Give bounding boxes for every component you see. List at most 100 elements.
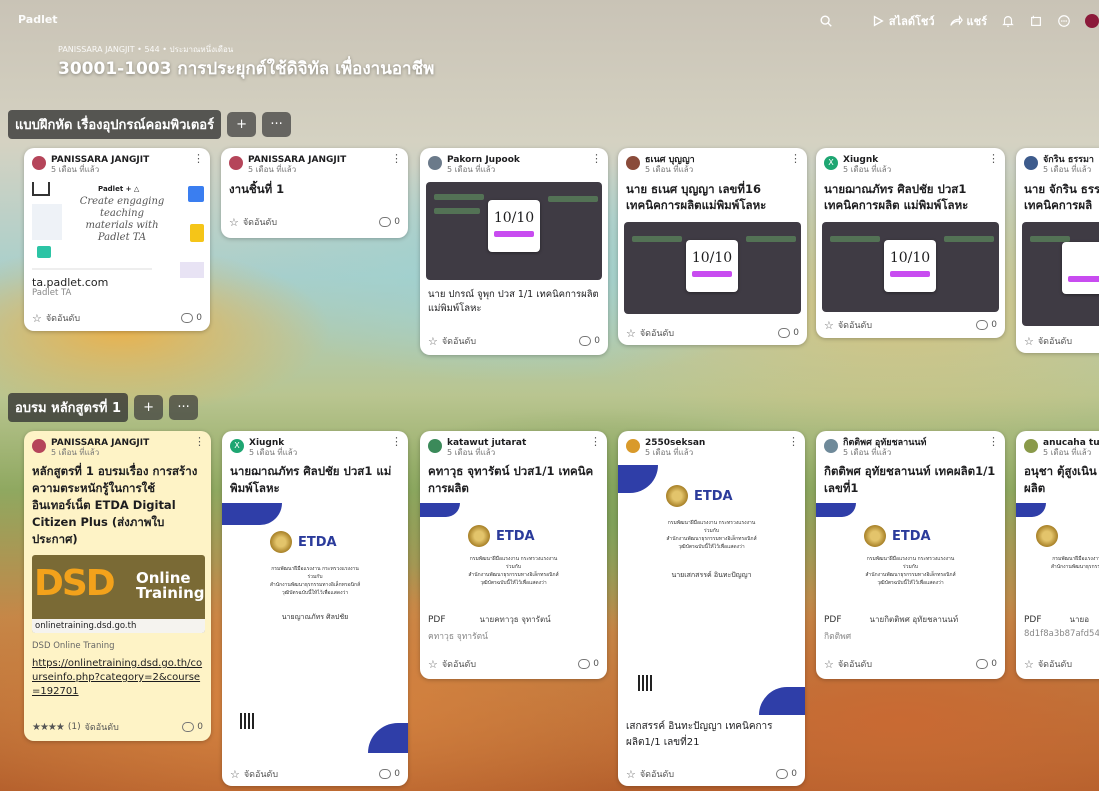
post-menu-icon[interactable]: ⋮ (788, 436, 799, 447)
share-button[interactable]: แชร์ (949, 12, 987, 30)
certificate-image[interactable]: กรมพัฒนาฝีมือแรงงาน กระทรวงแรงงานสำนักงา… (1016, 503, 1099, 607)
certificate-image[interactable]: ETDA กรมพัฒนาฝีมือแรงงาน กระทรวงแรงงาน ร่… (222, 503, 408, 753)
post-card[interactable]: X Xiugnk 5 เดือน ที่แล้ว ⋮ นายฌาณภัทร ศิ… (222, 431, 408, 786)
score: 10/10 (493, 210, 535, 226)
comment-button[interactable]: 0 (181, 313, 202, 323)
rank-button[interactable]: ☆ จัดอันดับ (428, 334, 476, 348)
post-card[interactable]: X Xiugnk 5 เดือน ที่แล้ว ⋮ นายฌาณภัทร ศิ… (816, 148, 1005, 338)
comment-button[interactable]: 0 (578, 659, 599, 669)
post-card[interactable]: anucaha tu 5 เดือน ที่แล้ว อนุชา ตุ้สูงเ… (1016, 431, 1099, 679)
rating-count: (1) (67, 722, 81, 732)
post-card[interactable]: PANISSARA JANGJIT 5 เดือน ที่แล้ว ⋮ งานช… (221, 148, 408, 238)
remake-button[interactable] (1029, 14, 1043, 28)
avatar: X (824, 156, 838, 170)
post-menu-icon[interactable]: ⋮ (988, 153, 999, 164)
rank-label: จัดอันดับ (243, 770, 279, 780)
attachment-image[interactable] (1022, 222, 1099, 326)
rank-button[interactable]: ☆ จัดอันดับ (229, 215, 277, 229)
rank-button[interactable]: ☆ จัดอันดับ (1024, 657, 1072, 671)
padlet-logo[interactable]: Padlet (18, 13, 58, 26)
post-card[interactable]: Pakorn Jupook 5 เดือน ที่แล้ว ⋮ 10/10 นา… (420, 148, 608, 355)
rating-control[interactable]: ★★★★ (1) จัดอันดับ (32, 720, 119, 734)
comment-button[interactable]: 0 (976, 320, 997, 330)
timestamp: 5 เดือน ที่แล้ว (843, 448, 892, 457)
post-card[interactable]: katawut jutarat 5 เดือน ที่แล้ว ⋮ คทาวุธ… (420, 431, 607, 679)
post-title: หลักสูตรที่ 1 อบรมเรื่อง การสร้างความตระ… (32, 464, 198, 546)
attachment-image[interactable]: 10/10 (426, 182, 602, 280)
post-menu-icon[interactable]: ⋮ (988, 436, 999, 447)
rank-button[interactable]: ☆ จัดอันดับ (824, 318, 872, 332)
comment-button[interactable]: 0 (182, 722, 203, 732)
more-menu-button[interactable] (1057, 14, 1071, 28)
post-title: นาย ธเนศ บุญญา เลขที่16 เทคนิคการผลิตแม่… (626, 182, 767, 212)
add-post-button[interactable]: + (134, 395, 164, 420)
rank-button[interactable]: ☆ จัดอันดับ (230, 767, 278, 781)
comment-button[interactable]: 0 (778, 328, 799, 338)
post-card[interactable]: 2550seksan 5 เดือน ที่แล้ว ⋮ ETDA กรมพัฒ… (618, 431, 805, 786)
post-menu-icon[interactable]: ⋮ (591, 153, 602, 164)
card-header: X Xiugnk 5 เดือน ที่แล้ว (824, 155, 995, 175)
comment-icon (578, 659, 591, 669)
preview-brand: Padlet + △ (98, 185, 140, 193)
star-rating-icon: ★★★★ (32, 721, 65, 733)
post-menu-icon[interactable]: ⋮ (194, 436, 205, 447)
cert-line: วุฒิบัตรฉบับนี้ให้ไว้เพื่อแสดงว่า (281, 590, 349, 596)
post-link[interactable]: https://onlinetraining.dsd.go.th/coursei… (32, 657, 205, 699)
post-card[interactable]: กิตติพศ อุทัยชลานนท์ 5 เดือน ที่แล้ว ⋮ ก… (816, 431, 1005, 679)
certificate-image[interactable]: ETDA กรมพัฒนาฝีมือแรงงาน กระทรวงแรงงาน ร่… (816, 503, 1005, 607)
avatar: X (230, 439, 244, 453)
rank-button[interactable]: ☆ จัดอันดับ (1024, 334, 1072, 348)
rank-label: จัดอันดับ (639, 770, 675, 780)
section-more-button[interactable]: ··· (169, 395, 199, 420)
comment-button[interactable]: 0 (776, 769, 797, 779)
card-footer: ☆ จัดอันดับ 0 (824, 657, 997, 671)
banner-logo: DSD (34, 563, 116, 604)
comment-button[interactable]: 0 (579, 336, 600, 346)
post-card[interactable]: จักริน ธรรมา 5 เดือน ที่แล้ว นาย จักริน … (1016, 148, 1099, 353)
comment-icon (379, 217, 392, 227)
comment-count: 0 (394, 769, 400, 779)
rank-button[interactable]: ☆ จัดอันดับ (32, 311, 80, 325)
post-card[interactable]: PANISSARA JANGJIT 5 เดือน ที่แล้ว ⋮ หลัก… (24, 431, 211, 741)
user-avatar[interactable] (1085, 14, 1099, 28)
notifications-button[interactable] (1001, 14, 1015, 28)
link-preview[interactable]: Padlet + △ Create engaging teaching mate… (32, 182, 204, 298)
section-title[interactable]: อบรม หลักสูตรที่ 1 (8, 393, 129, 422)
score-window: 10/10 (884, 240, 936, 292)
attachment-image[interactable]: 10/10 (822, 222, 999, 312)
card-header: กิตติพศ อุทัยชลานนท์ 5 เดือน ที่แล้ว (824, 438, 995, 458)
rank-label: จัดอันดับ (837, 321, 873, 331)
comment-button[interactable]: 0 (976, 659, 997, 669)
rank-button[interactable]: ☆ จัดอันดับ (824, 657, 872, 671)
cert-brand: ETDA (496, 528, 535, 544)
rank-button[interactable]: ☆ จัดอันดับ (626, 767, 674, 781)
card-footer: ☆ จัดอันดับ 0 (824, 318, 997, 332)
rank-button[interactable]: ☆ จัดอันดับ (626, 326, 674, 340)
post-menu-icon[interactable]: ⋮ (391, 153, 402, 164)
section-title[interactable]: แบบฝึกหัด เรื่องอุปกรณ์คอมพิวเตอร์ (8, 110, 222, 139)
link-preview-image[interactable]: DSD Online Training onlinetraining.dsd.go… (32, 555, 205, 633)
rank-label: จัดอันดับ (45, 314, 81, 324)
star-icon: ☆ (626, 767, 636, 781)
preview-rule (32, 268, 152, 270)
rank-button[interactable]: ☆ จัดอันดับ (428, 657, 476, 671)
slideshow-button[interactable]: สไลด์โชว์ (871, 12, 935, 30)
post-menu-icon[interactable]: ⋮ (590, 436, 601, 447)
add-post-button[interactable]: + (227, 112, 257, 137)
cert-logo: ETDA (666, 485, 733, 507)
post-card[interactable]: PANISSARA JANGJIT 5 เดือน ที่แล้ว ⋮ Padl… (24, 148, 210, 331)
post-menu-icon[interactable]: ⋮ (391, 436, 402, 447)
comment-button[interactable]: 0 (379, 769, 400, 779)
certificate-image[interactable]: ETDA กรมพัฒนาฝีมือแรงงาน กระทรวงแรงงาน ร่… (420, 503, 607, 607)
certificate-image[interactable]: ETDA กรมพัฒนาฝีมือแรงงาน กระทรวงแรงงาน ร่… (618, 465, 805, 715)
comment-icon (579, 336, 592, 346)
card-footer: ☆ จัดอันดับ 0 (32, 311, 202, 325)
image-line (434, 194, 484, 200)
post-menu-icon[interactable]: ⋮ (193, 153, 204, 164)
post-card[interactable]: ธเนศ บุญญา 5 เดือน ที่แล้ว ⋮ นาย ธเนศ บุ… (618, 148, 807, 345)
post-menu-icon[interactable]: ⋮ (790, 153, 801, 164)
attachment-image[interactable]: 10/10 (624, 222, 801, 314)
search-button[interactable] (819, 14, 833, 28)
comment-button[interactable]: 0 (379, 217, 400, 227)
section-more-button[interactable]: ··· (262, 112, 292, 137)
